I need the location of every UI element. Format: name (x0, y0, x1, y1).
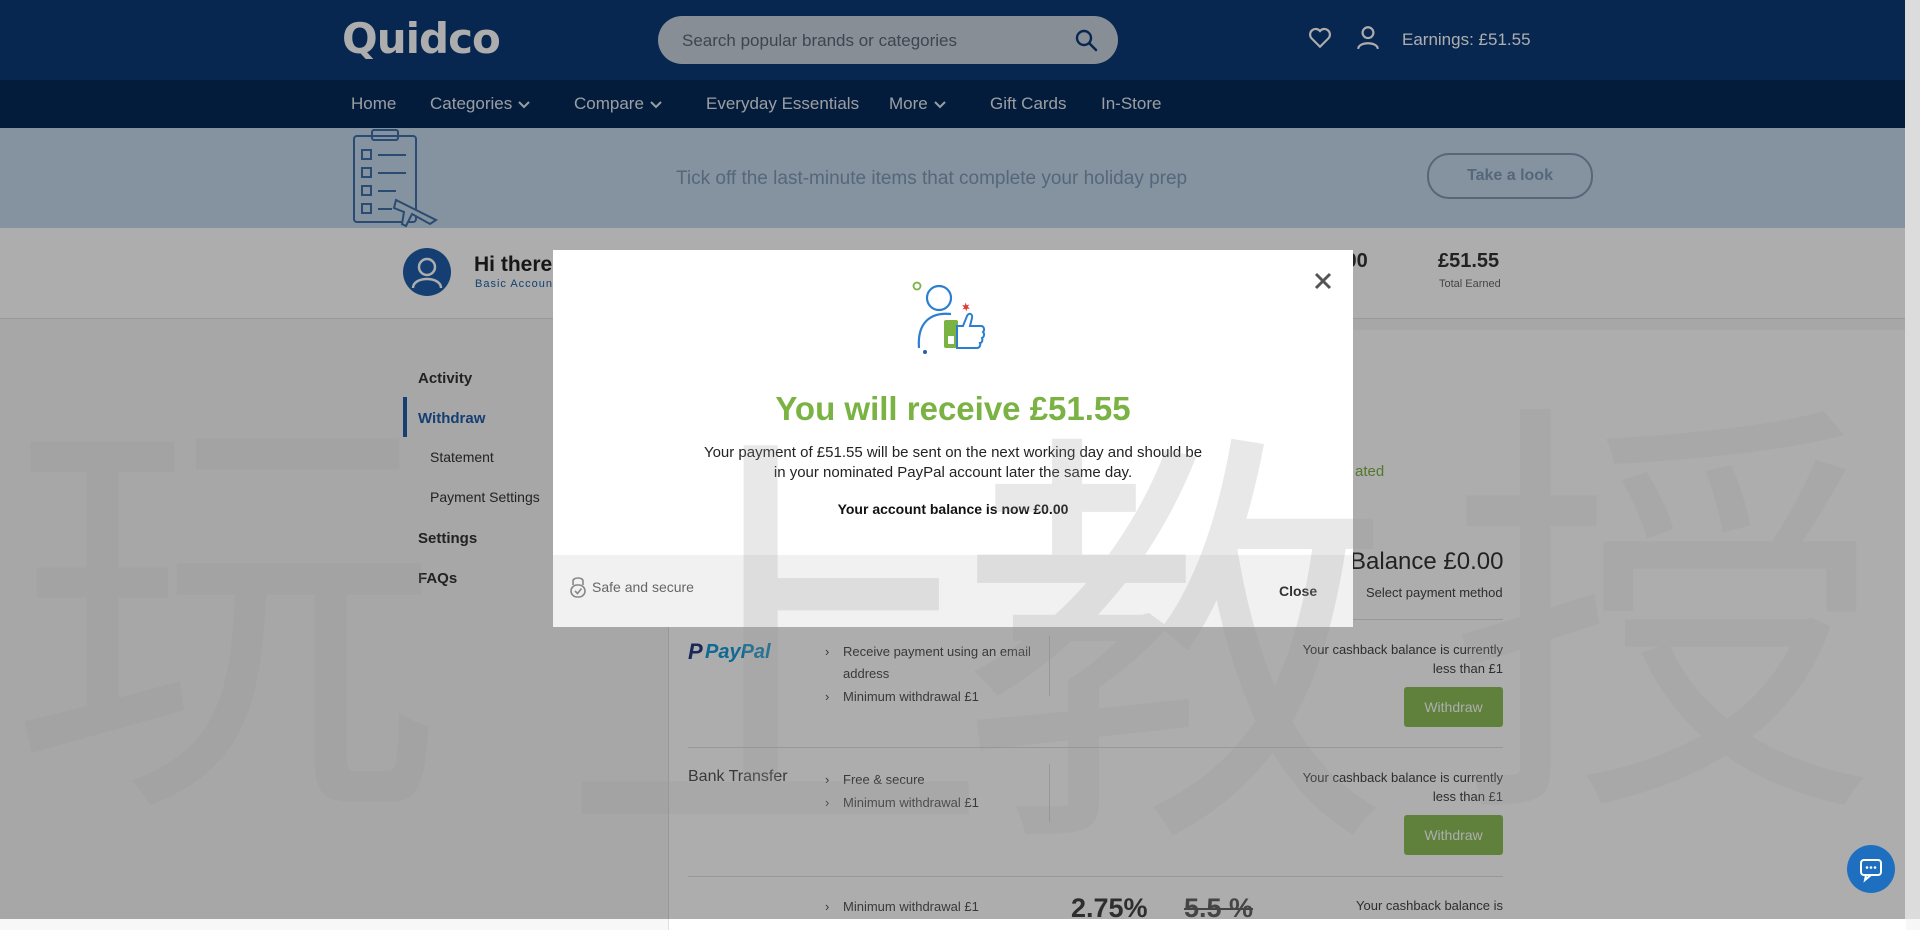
safe-and-secure: Safe and secure (569, 575, 694, 599)
modal-footer: Safe and secure Close (553, 555, 1353, 627)
account-balance-note: Your account balance is now £0.00 (837, 501, 1069, 517)
close-icon[interactable] (1310, 268, 1336, 294)
modal-message-line: in your nominated PayPal account later t… (773, 464, 1133, 481)
modal-message-line: Your payment of £51.55 will be sent on t… (703, 444, 1203, 461)
modal-title: You will receive £51.55 (775, 390, 1131, 427)
page-scrollbar[interactable] (1905, 0, 1920, 919)
lock-icon (570, 577, 586, 598)
thumbs-up-person-icon (911, 280, 995, 369)
close-button[interactable]: Close (1279, 583, 1317, 599)
payment-confirmation-modal: You will receive £51.55 Your payment of … (553, 250, 1353, 627)
modal-message: Your payment of £51.55 will be sent on t… (553, 443, 1353, 483)
chat-button[interactable] (1847, 845, 1895, 893)
chat-icon (1860, 859, 1882, 883)
safe-and-secure-label: Safe and secure (592, 579, 694, 595)
